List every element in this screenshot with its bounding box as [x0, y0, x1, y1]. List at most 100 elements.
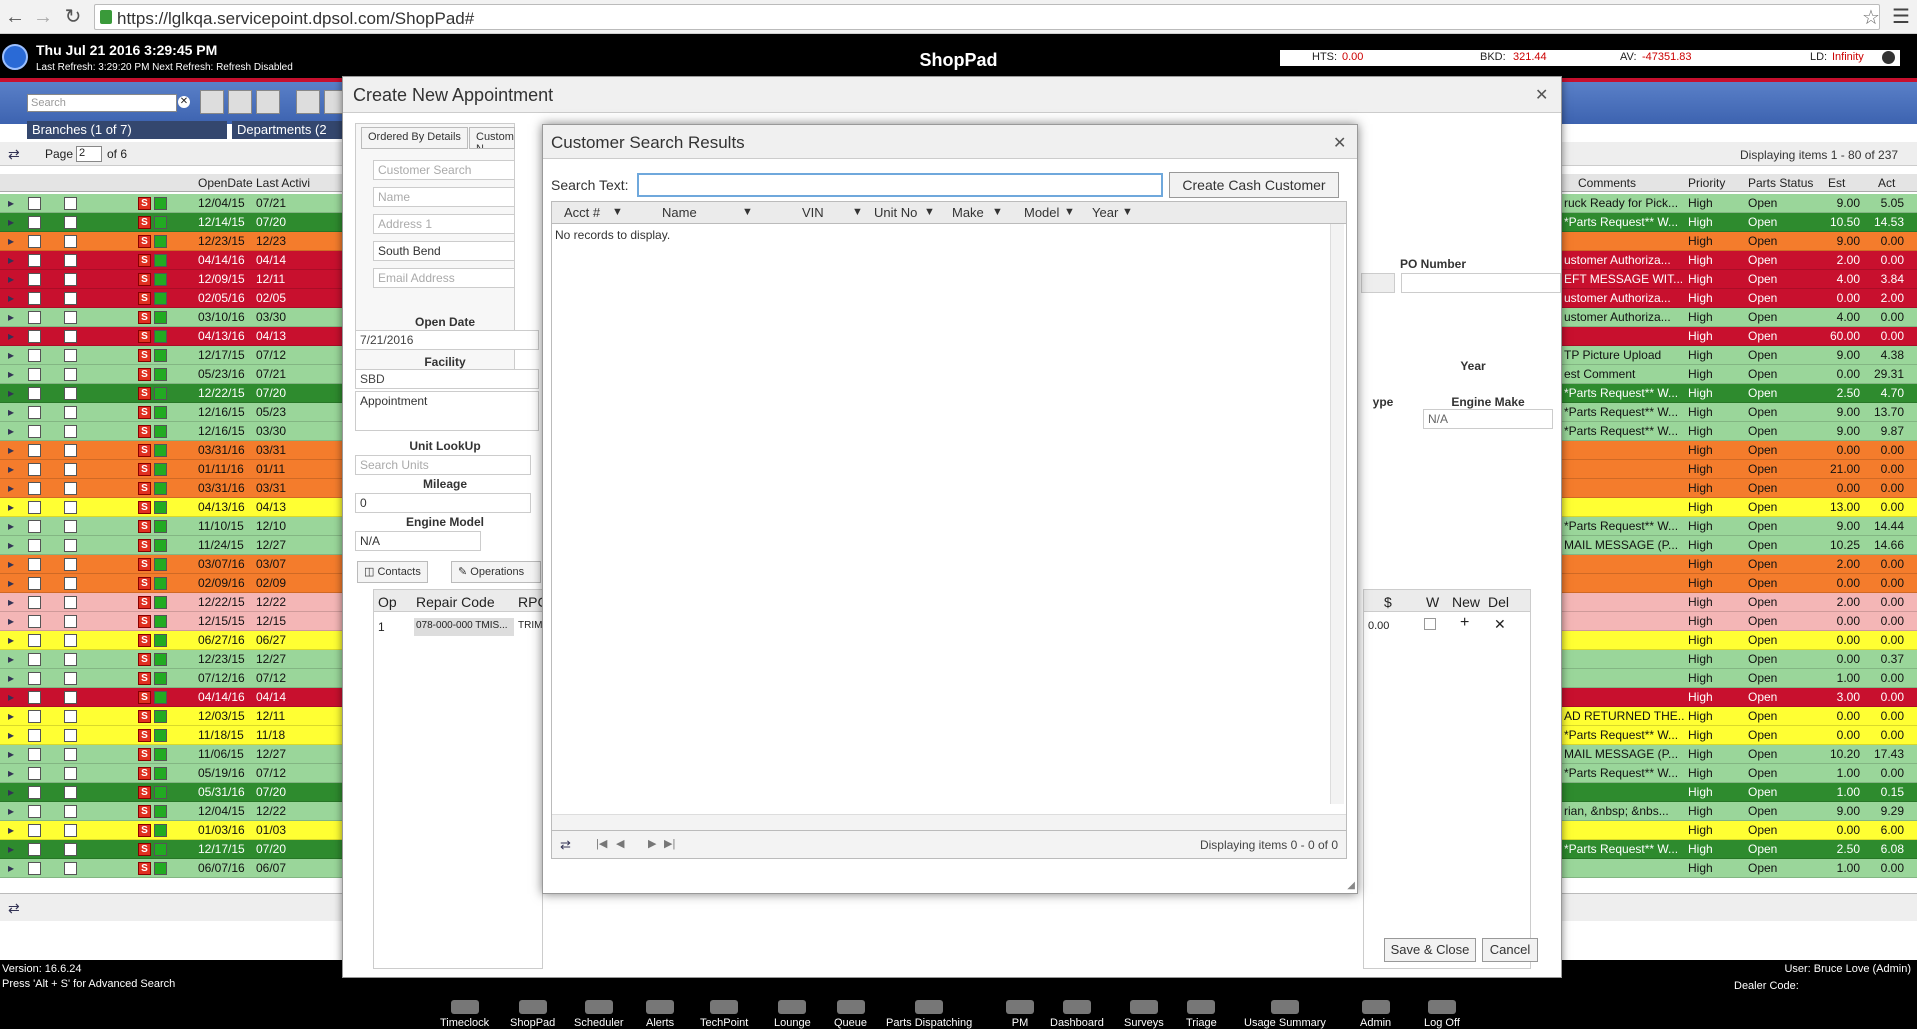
branches-dropdown[interactable]: Branches (1 of 7) — [27, 121, 227, 139]
table-row[interactable]: High Open 13.00 0.00 — [1562, 498, 1917, 517]
col-header-parts-status[interactable]: Parts Status — [1748, 176, 1813, 190]
table-row[interactable]: *Parts Request** W... High Open 0.00 0.00 — [1562, 726, 1917, 745]
group-icon[interactable] — [200, 90, 224, 114]
address-field[interactable]: Address 1 — [373, 214, 515, 234]
table-row[interactable]: ▸ S 06/27/16 06/27 — [0, 631, 342, 650]
table-row[interactable]: *Parts Request** W... High Open 9.00 14.44 — [1562, 517, 1917, 536]
table-row[interactable]: ▸ S 12/17/15 07/20 — [0, 840, 342, 859]
col-header-est[interactable]: Est — [1828, 176, 1845, 190]
table-row[interactable]: ▸ S 12/03/15 12/11 — [0, 707, 342, 726]
departments-dropdown[interactable]: Departments (2 — [232, 121, 342, 139]
first-page-icon[interactable]: |◀ — [596, 837, 607, 850]
results-col-unit-no[interactable]: Unit No — [874, 205, 917, 220]
open-date-field[interactable]: 7/21/2016 — [355, 330, 539, 350]
table-row[interactable]: High Open 2.00 0.00 — [1562, 555, 1917, 574]
expand-icon[interactable]: ▸ — [8, 633, 14, 647]
expand-icon[interactable]: ▸ — [8, 823, 14, 837]
results-col-model[interactable]: Model — [1024, 205, 1059, 220]
footer-nav-timeclock[interactable]: Timeclock — [440, 1000, 489, 1029]
table-row[interactable]: High Open 0.00 0.00 — [1562, 631, 1917, 650]
col-header-priority[interactable]: Priority — [1688, 176, 1725, 190]
calendar-icon[interactable] — [296, 90, 320, 114]
engine-make-select[interactable]: N/A — [1423, 409, 1553, 429]
expand-icon[interactable]: ▸ — [8, 519, 14, 533]
table-row[interactable]: ▸ S 12/16/15 05/23 — [0, 403, 342, 422]
forward-icon[interactable]: → — [32, 6, 54, 28]
table-row[interactable]: ▸ S 07/12/16 07/12 — [0, 669, 342, 688]
globe-icon[interactable] — [1882, 51, 1895, 64]
table-row[interactable]: ▸ S 05/19/16 07/12 — [0, 764, 342, 783]
back-icon[interactable]: ← — [4, 6, 26, 28]
page-input[interactable]: 2 — [76, 146, 102, 162]
col-header-last-activity[interactable]: Last Activi — [256, 176, 310, 190]
star-icon[interactable]: ☆ — [1862, 5, 1880, 30]
table-row[interactable]: TP Picture Upload High Open 9.00 4.38 — [1562, 346, 1917, 365]
footer-nav-usage-summary[interactable]: Usage Summary — [1244, 1000, 1326, 1029]
expand-icon[interactable]: ▸ — [8, 291, 14, 305]
table-row[interactable]: *Parts Request** W... High Open 1.00 0.00 — [1562, 764, 1917, 783]
email-field[interactable]: Email Address — [373, 268, 515, 288]
table-row[interactable]: High Open 0.00 0.00 — [1562, 441, 1917, 460]
col-header-act[interactable]: Act — [1878, 176, 1895, 190]
table-row[interactable]: ▸ S 11/10/15 12/10 — [0, 517, 342, 536]
col-header-comments[interactable]: Comments — [1578, 176, 1636, 190]
footer-nav-scheduler[interactable]: Scheduler — [574, 1000, 624, 1029]
expand-icon[interactable]: ▸ — [8, 424, 14, 438]
expand-icon[interactable]: ▸ — [8, 367, 14, 381]
grid-refresh-icon[interactable]: ⇄ — [8, 900, 20, 917]
save-close-button[interactable]: Save & Close — [1384, 938, 1476, 962]
filter-icon[interactable]: ▼ — [1122, 206, 1133, 218]
table-row[interactable]: High Open 9.00 0.00 — [1562, 232, 1917, 251]
dialog-close-icon[interactable]: ✕ — [1333, 133, 1346, 153]
ops-row-code[interactable]: 078-000-000 TMIS... — [414, 618, 514, 636]
expand-icon[interactable]: ▸ — [8, 462, 14, 476]
name-field[interactable]: Name — [373, 187, 515, 207]
footer-nav-admin[interactable]: Admin — [1360, 1000, 1391, 1029]
table-row[interactable]: High Open 3.00 0.00 — [1562, 688, 1917, 707]
table-row[interactable]: *Parts Request** W... High Open 9.00 13.70 — [1562, 403, 1917, 422]
col-header-opendate[interactable]: OpenDate — [198, 176, 253, 190]
appointment-field[interactable]: Appointment — [355, 391, 539, 431]
table-row[interactable]: *Parts Request** W... High Open 10.50 14.53 — [1562, 213, 1917, 232]
filter-icon[interactable]: ▼ — [852, 206, 863, 218]
expand-icon[interactable]: ▸ — [8, 215, 14, 229]
facility-select[interactable]: SBD — [355, 369, 539, 389]
expand-icon[interactable]: ▸ — [8, 595, 14, 609]
table-row[interactable]: ▸ S 12/23/15 12/23 — [0, 232, 342, 251]
filter-icon[interactable]: ▼ — [992, 206, 1003, 218]
tab-customer[interactable]: Customer N — [469, 127, 515, 149]
table-row[interactable]: *Parts Request** W... High Open 9.00 9.87 — [1562, 422, 1917, 441]
expand-icon[interactable]: ▸ — [8, 310, 14, 324]
expand-icon[interactable]: ▸ — [8, 614, 14, 628]
expand-icon[interactable]: ▸ — [8, 766, 14, 780]
expand-icon[interactable]: ▸ — [8, 747, 14, 761]
menu-icon[interactable]: ☰ — [1892, 4, 1910, 29]
search-text-input[interactable] — [637, 173, 1163, 197]
table-row[interactable]: ruck Ready for Pick... High Open 9.00 5.05 — [1562, 194, 1917, 213]
results-col-acct-[interactable]: Acct # — [564, 205, 600, 220]
city-field[interactable]: South Bend — [373, 241, 515, 261]
table-row[interactable]: High Open 0.00 0.37 — [1562, 650, 1917, 669]
add-icon[interactable]: + — [1460, 614, 1469, 632]
delete-icon[interactable]: ✕ — [1494, 616, 1506, 633]
expand-icon[interactable]: ▸ — [8, 234, 14, 248]
expand-icon[interactable]: ▸ — [8, 405, 14, 419]
expand-icon[interactable]: ▸ — [8, 253, 14, 267]
table-row[interactable]: ustomer Authoriza... High Open 4.00 0.00 — [1562, 308, 1917, 327]
expand-icon[interactable]: ▸ — [8, 671, 14, 685]
results-col-vin[interactable]: VIN — [802, 205, 824, 220]
table-row[interactable]: High Open 0.00 0.00 — [1562, 479, 1917, 498]
table-row[interactable]: ▸ S 12/16/15 03/30 — [0, 422, 342, 441]
customer-search-input[interactable]: Customer Search — [373, 160, 515, 180]
url-bar[interactable]: https://lglkqa.servicepoint.dpsol.com/Sh… — [94, 4, 1880, 30]
table-row[interactable]: ▸ S 01/11/16 01/11 — [0, 460, 342, 479]
table-row[interactable]: High Open 2.00 0.00 — [1562, 593, 1917, 612]
table-row[interactable]: ustomer Authoriza... High Open 2.00 0.00 — [1562, 251, 1917, 270]
expand-icon[interactable]: ▸ — [8, 709, 14, 723]
expand-icon[interactable]: ▸ — [8, 196, 14, 210]
footer-nav-shoppad[interactable]: ShopPad — [510, 1000, 555, 1029]
table-row[interactable]: est Comment High Open 0.00 29.31 — [1562, 365, 1917, 384]
table-row[interactable]: ▸ S 02/05/16 02/05 — [0, 289, 342, 308]
table-row[interactable]: ▸ S 12/22/15 12/22 — [0, 593, 342, 612]
horizontal-scrollbar[interactable] — [552, 814, 1346, 830]
